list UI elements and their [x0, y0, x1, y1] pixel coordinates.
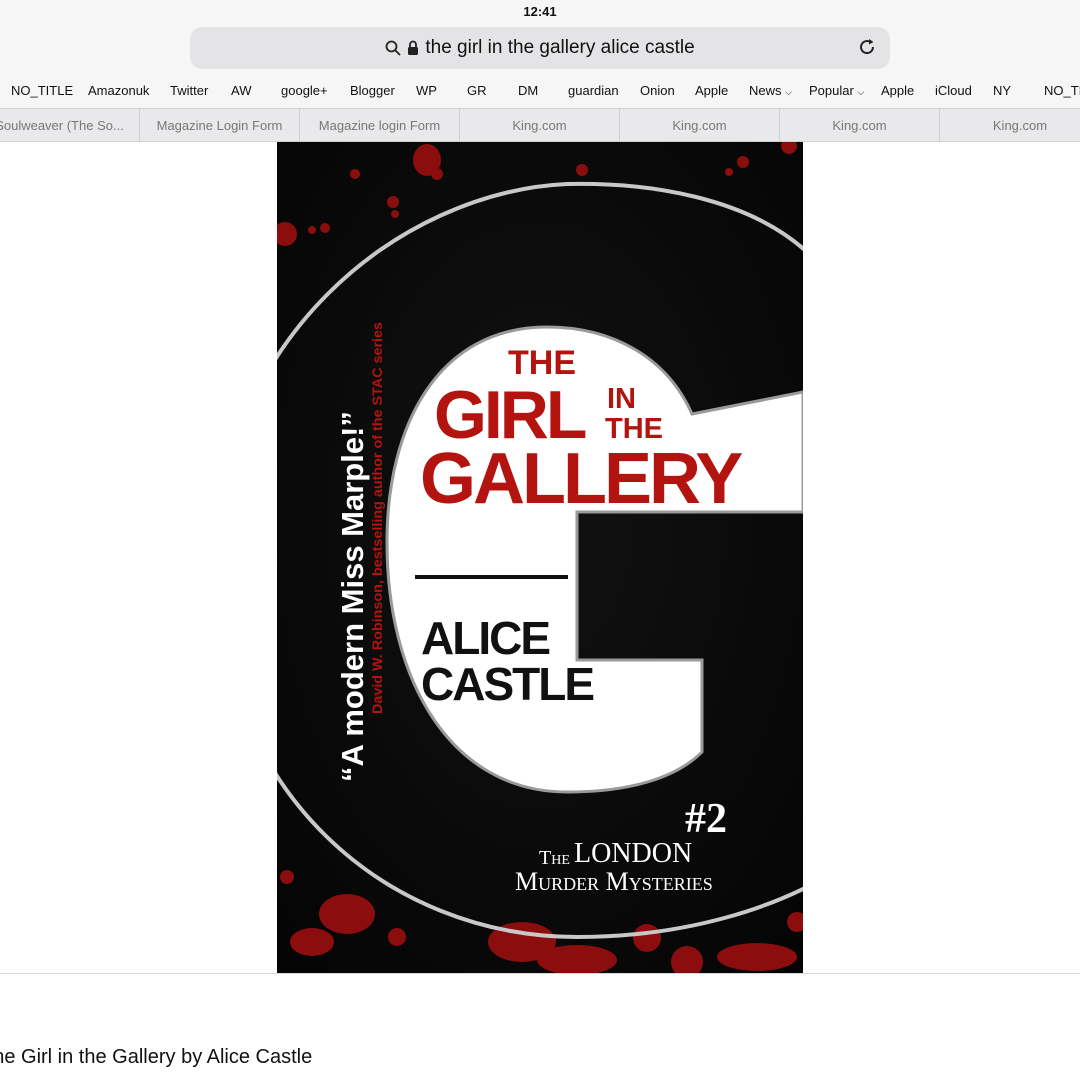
bookmark-item[interactable]: GR: [467, 83, 487, 98]
title-gallery: GALLERY: [420, 439, 742, 519]
bookmark-item[interactable]: NO_TITLE: [11, 83, 73, 98]
bookmark-item[interactable]: Apple: [695, 83, 728, 98]
address-bar[interactable]: the girl in the gallery alice castle: [190, 27, 890, 69]
tab[interactable]: King.com: [940, 109, 1080, 142]
tab[interactable]: Magazine Login Form: [140, 109, 300, 142]
author-last-name: CASTLE: [421, 658, 593, 710]
bookmark-item[interactable]: google+: [281, 83, 328, 98]
bookmark-item[interactable]: Twitter: [170, 83, 208, 98]
bookmark-item[interactable]: Amazonuk: [88, 83, 149, 98]
tab[interactable]: King.com: [780, 109, 940, 142]
bookmark-item[interactable]: Onion: [640, 83, 675, 98]
bookmark-folder-popular[interactable]: Popular ⌵: [809, 83, 864, 98]
book-cover[interactable]: THE GIRL IN THE GALLERY ALICE CASTLE “A …: [277, 142, 803, 973]
address-url: the girl in the gallery alice castle: [425, 37, 695, 58]
series-the: The: [539, 847, 570, 869]
bookmark-item[interactable]: NY: [993, 83, 1011, 98]
bookmark-item[interactable]: AW: [231, 83, 251, 98]
tab-bar: Soulweaver (The So... Magazine Login For…: [0, 108, 1080, 142]
bookmark-label: News: [749, 83, 782, 98]
bookmark-item[interactable]: DM: [518, 83, 538, 98]
quote-attribution: David W. Robinson, bestselling author of…: [369, 322, 385, 714]
reload-icon[interactable]: [856, 36, 878, 58]
bookmark-item[interactable]: Apple: [881, 83, 914, 98]
cover-quote: “A modern Miss Marple!”: [335, 411, 370, 782]
tab[interactable]: Magazine login Form: [300, 109, 460, 142]
bookmark-item[interactable]: guardian: [568, 83, 619, 98]
chevron-down-icon: ⌵: [785, 87, 792, 97]
status-time: 12:41: [523, 4, 557, 19]
tab[interactable]: King.com: [460, 109, 620, 142]
divider: [0, 973, 1080, 974]
series-murder-mysteries: Murder Mysteries: [515, 867, 713, 896]
bookmark-label: Popular: [809, 83, 854, 98]
chevron-down-icon: ⌵: [857, 87, 865, 97]
series-london: LONDON: [574, 838, 692, 869]
title-divider: [415, 575, 568, 579]
image-caption: The Girl in the Gallery by Alice Castle: [0, 1046, 313, 1068]
title-in: IN: [607, 383, 636, 415]
bookmarks-bar: NO_TITLE Amazonuk Twitter AW google+ Blo…: [0, 80, 1080, 102]
lock-icon: [408, 40, 419, 55]
bookmark-item[interactable]: WP: [416, 83, 437, 98]
bookmark-folder-news[interactable]: News ⌵: [749, 83, 792, 98]
author-first-name: ALICE: [421, 612, 549, 664]
tab[interactable]: King.com: [620, 109, 780, 142]
bookmark-item[interactable]: NO_TITLE: [1044, 83, 1080, 98]
search-icon: [385, 40, 401, 56]
bookmark-item[interactable]: Blogger: [350, 83, 395, 98]
tab[interactable]: Soulweaver (The So...: [0, 109, 140, 142]
bookmark-item[interactable]: iCloud: [935, 83, 972, 98]
series-number: #2: [685, 796, 727, 842]
